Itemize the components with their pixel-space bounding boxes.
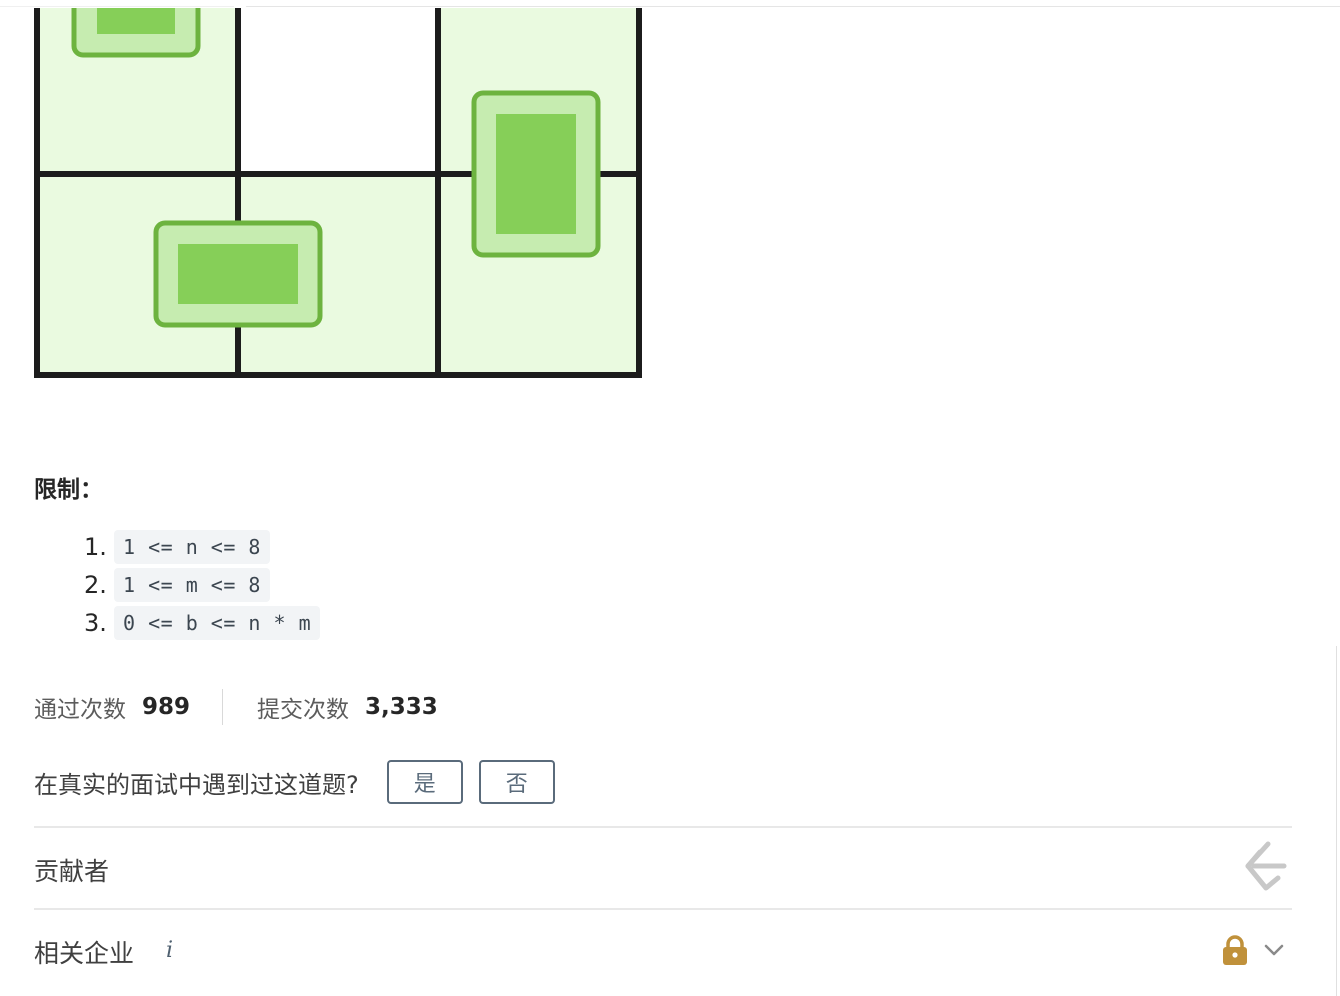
list-item-number: 2. [84,571,107,599]
accepted-label: 通过次数 [34,697,126,723]
lock-icon [1223,935,1247,965]
header-divider-left [0,6,234,7]
submissions-label: 提交次数 [257,697,350,723]
list-item-number: 3. [84,609,107,637]
tile-vertical [471,90,601,258]
tile-horizontal [153,220,323,328]
list-item: 1. 1 <= n <= 8 [84,528,320,566]
interview-question-text: 在真实的面试中遇到过这道题? [34,770,359,799]
accepted-count: 989 [142,694,191,720]
leetcode-logo-icon [1245,841,1287,891]
constraint-code: 1 <= m <= 8 [114,568,270,602]
section-divider [34,908,1292,910]
tile-top-left [71,8,201,58]
list-item: 3. 0 <= b <= n * m [84,604,321,642]
submissions-count: 3,333 [365,694,438,720]
header-divider [246,6,1340,7]
yes-button[interactable]: 是 [386,760,463,804]
no-button[interactable]: 否 [478,760,555,804]
constraints-title: 限制： [34,477,103,503]
list-item: 2. 1 <= m <= 8 [84,566,320,604]
example-illustration [34,8,642,378]
scrollbar-track[interactable] [1336,646,1337,996]
section-divider [34,826,1292,828]
constraint-code: 1 <= n <= 8 [114,530,270,564]
companies-label[interactable]: 相关企业 [34,934,134,970]
grid-image [34,8,642,378]
submission-stats: 通过次数 989 提交次数 3,333 [34,688,438,726]
constraint-code: 0 <= b <= n * m [114,606,321,640]
list-item-number: 1. [84,533,107,561]
contributors-label[interactable]: 贡献者 [34,852,109,888]
info-icon[interactable]: i [166,938,173,963]
chevron-down-icon[interactable] [1262,938,1286,962]
stats-divider [222,689,224,725]
constraints-list: 1. 1 <= n <= 8 2. 1 <= m <= 8 3. 0 <= b … [84,528,321,642]
interview-question: 在真实的面试中遇到过这道题? 是 否 [34,758,571,806]
